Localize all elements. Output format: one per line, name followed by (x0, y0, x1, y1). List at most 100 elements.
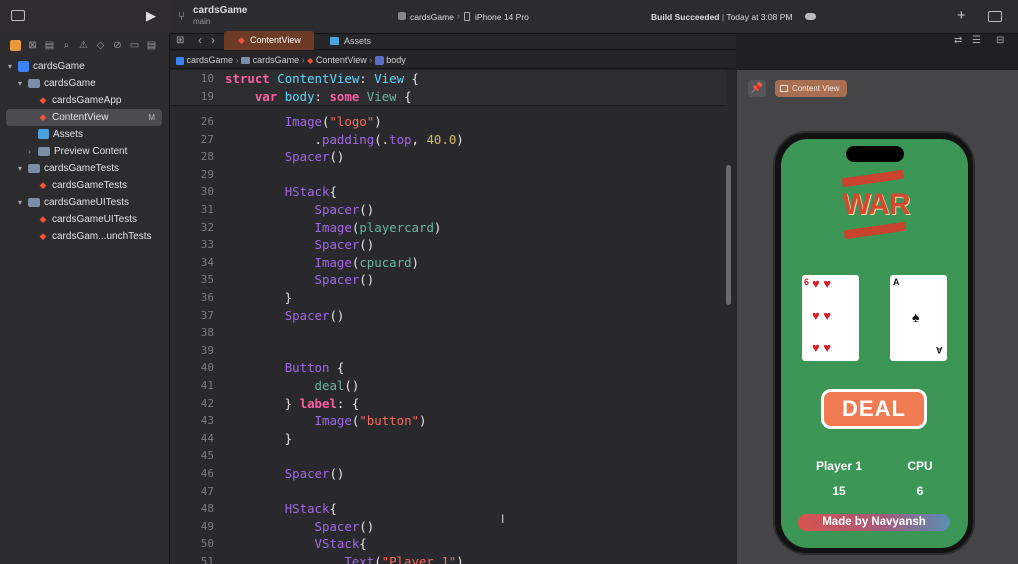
code-line[interactable]: Image("logo") (225, 114, 382, 129)
disclosure-icon[interactable]: ▾ (8, 58, 18, 75)
preview-tab[interactable]: Content View (775, 80, 847, 97)
sidebar-toggle-icon[interactable] (11, 10, 25, 21)
tab-label: Assets (344, 36, 372, 46)
code-line[interactable]: Spacer() (225, 237, 375, 252)
code-line[interactable]: VStack{ (225, 536, 367, 551)
line-number: 10 (200, 72, 214, 85)
code-line[interactable]: struct ContentView: View { (225, 71, 419, 86)
search-icon[interactable]: ⌕ (61, 40, 72, 51)
run-icon[interactable]: ▶ (146, 8, 156, 24)
swift-file-icon: ◆ (238, 35, 245, 45)
tree-item-folder[interactable]: ▾ cardsGameTests (0, 160, 166, 177)
line-number: 30 (200, 185, 214, 199)
source-control-icon[interactable]: ⊠ (27, 40, 38, 51)
code-line[interactable]: Spacer() (225, 272, 375, 287)
code-line[interactable]: } (225, 290, 292, 305)
report-icon[interactable]: ▤ (146, 40, 157, 51)
tree-item-folder[interactable]: › Preview Content (0, 143, 166, 160)
code-line[interactable]: Image(playercard) (225, 220, 442, 235)
folder-icon[interactable] (10, 39, 21, 51)
code-line[interactable]: } (225, 431, 292, 446)
line-number: 50 (200, 537, 214, 551)
tab-contentview[interactable]: ◆ ContentView (224, 31, 314, 50)
code-line[interactable]: .padding(.top, 40.0) (225, 132, 464, 147)
inspector-toggle-icon[interactable] (988, 11, 1002, 22)
line-number: 39 (200, 343, 214, 357)
code-line[interactable]: Spacer() (225, 202, 375, 217)
preview-tab-label: Content View (792, 84, 840, 93)
folder-icon (28, 197, 40, 207)
tree-item-file-selected[interactable]: ◆ ContentView M (6, 109, 162, 126)
swift-file-icon: ◆ (39, 214, 47, 225)
spade-icon: ♠ (912, 309, 920, 325)
editor-options-icon[interactable]: ☰ (972, 35, 981, 46)
cpu-card: A ♠ A (890, 275, 947, 361)
code-line[interactable]: Text("Player 1") (225, 554, 463, 564)
tab-assets[interactable]: Assets (318, 33, 408, 50)
branch-name: main (193, 17, 211, 26)
tree-item-folder[interactable]: ▾ cardsGame (0, 75, 166, 92)
warning-icon[interactable]: ⚠ (78, 40, 89, 51)
forward-icon[interactable]: › (211, 33, 215, 47)
player-card: 6 ♥ ♥ ♥ ♥ ♥ ♥ (802, 275, 859, 361)
back-icon[interactable]: ‹ (198, 33, 202, 47)
plus-icon[interactable]: + (957, 7, 966, 24)
breadcrumb-symbol[interactable]: body (386, 55, 406, 65)
tree-item-file[interactable]: Assets (0, 126, 166, 143)
code-line[interactable]: Spacer() (225, 519, 375, 534)
swift-file-icon: ◆ (39, 180, 47, 191)
tree-item-file[interactable]: ◆ cardsGameUITests (0, 211, 166, 228)
debug-icon[interactable]: ⊘ (112, 40, 123, 51)
disclosure-icon[interactable]: ▾ (18, 160, 28, 177)
tree-item-file[interactable]: ◆ cardsGameTests (0, 177, 166, 194)
code-line[interactable]: var body: some View { (225, 89, 412, 104)
breakpoint-icon[interactable]: ▭ (129, 40, 140, 51)
code-line[interactable]: deal() (225, 378, 360, 393)
jump-bar: cardsGame › cardsGame › ◆ ContentView › … (170, 51, 736, 69)
sidebar-toolbar (0, 0, 170, 34)
code-line[interactable]: HStack{ (225, 184, 337, 199)
code-line[interactable]: Button { (225, 360, 345, 375)
tree-item-label: cardsGame (44, 78, 96, 89)
breadcrumb-file[interactable]: ContentView (316, 55, 367, 65)
code-line[interactable]: Spacer() (225, 149, 345, 164)
refresh-icon[interactable]: ⇄ (954, 35, 962, 46)
device-selector[interactable]: iPhone 14 Pro (475, 12, 529, 22)
symbol-icon[interactable]: ▤ (44, 40, 55, 51)
grid-icon[interactable]: ⊞ (176, 35, 184, 46)
preview-icon (780, 85, 788, 92)
disclosure-icon[interactable]: ▾ (18, 194, 28, 211)
split-editor-icon[interactable]: ⊟ (996, 35, 1004, 46)
heart-icon: ♥ ♥ (812, 308, 832, 323)
code-line[interactable]: HStack{ (225, 501, 337, 516)
line-number: 40 (200, 361, 214, 375)
tree-item-project[interactable]: ▾ cardsGame (0, 58, 166, 75)
tree-item-label: cardsGameUITests (52, 214, 138, 225)
scheme-selector[interactable]: cardsGame (410, 12, 454, 22)
code-line[interactable]: } label: { (225, 396, 360, 411)
folder-icon (28, 78, 40, 88)
code-editor[interactable]: 26 Image("logo") 27 .padding(.top, 40.0) 2… (170, 70, 736, 564)
code-line[interactable]: Image("button") (225, 413, 427, 428)
pin-icon[interactable]: 📌 (748, 80, 766, 97)
chevron-right-icon: › (235, 55, 239, 65)
test-icon[interactable]: ◇ (95, 40, 106, 51)
code-line[interactable]: Spacer() (225, 466, 345, 481)
tree-item-file[interactable]: ◆ cardsGam...unchTests (0, 228, 166, 245)
deal-button[interactable]: DEAL (821, 389, 927, 429)
disclosure-icon[interactable]: ▾ (18, 75, 28, 92)
code-line[interactable]: Spacer() (225, 308, 345, 323)
modified-badge: M (148, 113, 155, 122)
tree-item-file[interactable]: ◆ cardsGameApp (0, 92, 166, 109)
code-line[interactable]: Image(cpucard) (225, 255, 419, 270)
tree-item-label: Preview Content (54, 146, 128, 157)
tree-item-folder[interactable]: ▾ cardsGameUITests (0, 194, 166, 211)
tree-item-label: cardsGam...unchTests (52, 231, 152, 242)
disclosure-icon[interactable]: › (28, 143, 38, 160)
cpu-score: 6 (916, 484, 924, 498)
editor-scrollbar[interactable] (726, 165, 731, 305)
breadcrumb-project[interactable]: cardsGame (187, 55, 234, 65)
tab-label: ContentView (250, 35, 301, 45)
line-number: 19 (200, 90, 214, 103)
breadcrumb-folder[interactable]: cardsGame (253, 55, 300, 65)
